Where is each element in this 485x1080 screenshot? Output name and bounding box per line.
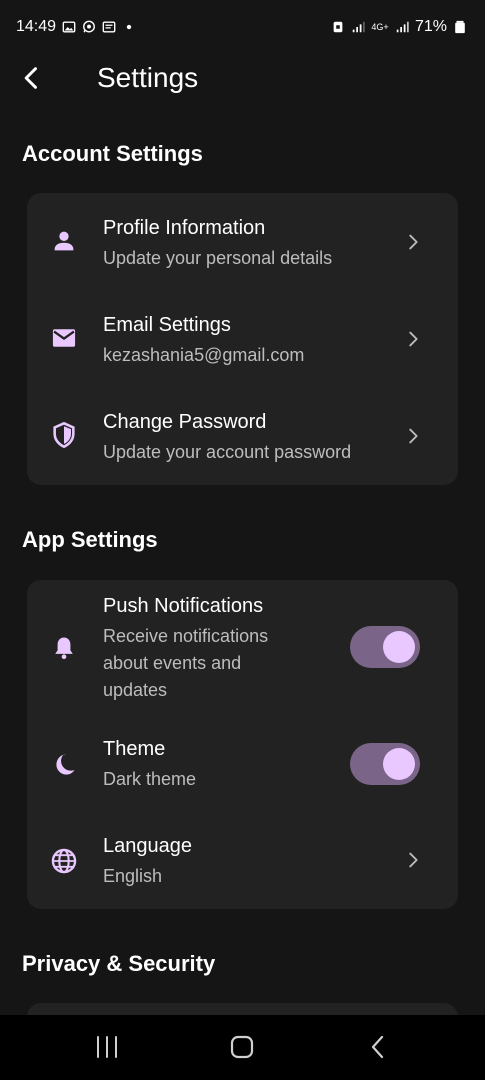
item-title: Change Password bbox=[103, 411, 267, 433]
globe-icon bbox=[49, 846, 79, 876]
person-icon bbox=[49, 226, 79, 256]
system-back-button[interactable] bbox=[362, 1033, 394, 1061]
chevron-right-icon bbox=[401, 230, 425, 254]
network-icon: 4G+ bbox=[371, 20, 389, 34]
back-icon bbox=[371, 1035, 384, 1059]
page-title: Settings bbox=[97, 62, 199, 93]
gallery-icon bbox=[62, 20, 76, 34]
item-subtitle: English bbox=[103, 866, 163, 886]
status-right: 4G+ 71% bbox=[331, 18, 467, 36]
app-settings-card: Push Notifications Receive notifications… bbox=[27, 580, 458, 909]
status-time: 14:49 bbox=[16, 18, 57, 35]
item-title: Email Settings bbox=[103, 314, 231, 336]
settings-item-language[interactable]: Language English bbox=[27, 813, 458, 909]
battery-percentage: 71% bbox=[414, 18, 447, 35]
signal-icon bbox=[395, 20, 409, 34]
settings-item-profile[interactable]: Profile Information Update your personal… bbox=[27, 193, 458, 290]
recent-apps-button[interactable] bbox=[91, 1033, 123, 1061]
item-subtitle: kezashania5@gmail.com bbox=[103, 345, 305, 365]
item-title: Language bbox=[103, 835, 192, 857]
settings-item-password[interactable]: Change Password Update your account pass… bbox=[27, 387, 458, 485]
item-subtitle: Update your account password bbox=[103, 442, 352, 462]
section-title-privacy: Privacy & Security bbox=[22, 951, 216, 976]
home-icon bbox=[230, 1035, 254, 1059]
toggle-knob bbox=[383, 748, 415, 780]
toggle-knob bbox=[383, 631, 415, 663]
whatsapp-icon bbox=[82, 20, 96, 34]
bell-icon bbox=[49, 633, 79, 663]
section-title-account: Account Settings bbox=[22, 141, 203, 166]
battery-icon bbox=[453, 20, 467, 34]
section-title-app: App Settings bbox=[22, 527, 158, 552]
app-header: Settings bbox=[0, 54, 485, 102]
settings-item-theme: Theme Dark theme bbox=[27, 716, 458, 813]
alarm-icon bbox=[331, 20, 345, 34]
back-arrow-icon bbox=[24, 67, 37, 89]
chevron-right-icon bbox=[401, 327, 425, 351]
signal-icon bbox=[351, 20, 365, 34]
account-settings-card: Profile Information Update your personal… bbox=[27, 193, 458, 485]
message-icon bbox=[102, 20, 116, 34]
moon-icon bbox=[49, 749, 79, 779]
item-subtitle: Receive notifications about events and u… bbox=[103, 626, 269, 700]
item-subtitle: Update your personal details bbox=[103, 248, 333, 268]
status-bar: 14:49 4G+ 71% bbox=[0, 0, 485, 54]
item-title: Push Notifications bbox=[103, 595, 264, 617]
shield-icon bbox=[49, 420, 79, 450]
settings-item-push-notifications: Push Notifications Receive notifications… bbox=[27, 580, 458, 716]
chevron-right-icon bbox=[401, 848, 425, 872]
status-left: 14:49 bbox=[16, 18, 136, 36]
home-button[interactable] bbox=[226, 1033, 258, 1061]
item-title: Theme bbox=[103, 738, 166, 760]
recent-apps-icon bbox=[97, 1036, 117, 1058]
push-notifications-toggle[interactable] bbox=[350, 626, 420, 668]
dot-icon bbox=[122, 20, 136, 34]
navigation-bar bbox=[0, 1015, 485, 1080]
theme-toggle[interactable] bbox=[350, 743, 420, 785]
item-title: Profile Information bbox=[103, 217, 266, 239]
chevron-right-icon bbox=[401, 424, 425, 448]
settings-item-email[interactable]: Email Settings kezashania5@gmail.com bbox=[27, 290, 458, 387]
network-type-label: 4G+ bbox=[371, 21, 389, 32]
back-button[interactable] bbox=[16, 62, 48, 94]
item-subtitle: Dark theme bbox=[103, 769, 197, 789]
mail-icon bbox=[49, 323, 79, 353]
